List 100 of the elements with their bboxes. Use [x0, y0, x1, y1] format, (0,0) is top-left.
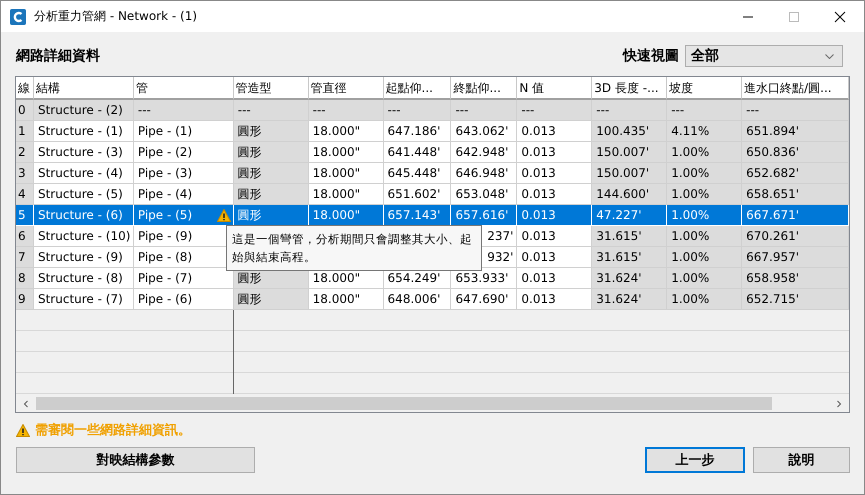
- table-cell: 1.00%: [667, 184, 742, 205]
- table-cell: 667.957': [742, 247, 849, 268]
- table-cell: 652.715': [742, 289, 849, 310]
- row-number: 9: [16, 289, 34, 310]
- table-cell: Structure - (1): [34, 121, 134, 142]
- caret-icon: [825, 54, 834, 58]
- table-cell: 0.013: [517, 205, 592, 226]
- quick-view-label: 快速視圖: [623, 47, 679, 65]
- dialog-button[interactable]: 對映結構參數: [16, 447, 255, 473]
- table-cell: 0.013: [517, 121, 592, 142]
- table-cell: ---: [234, 100, 309, 121]
- table-cell: 18.000": [308, 184, 384, 205]
- table-cell: 31.624': [592, 268, 668, 289]
- table-cell: ---: [517, 100, 592, 121]
- warning-icon: [16, 424, 30, 436]
- table-cell: 1.00%: [667, 247, 742, 268]
- table-cell: 18.000": [308, 289, 384, 310]
- table-cell: 0.013: [517, 142, 592, 163]
- table-cell: 1.00%: [667, 268, 742, 289]
- table-cell: 31.624': [592, 289, 668, 310]
- section-heading: 網路詳細資料: [16, 47, 100, 65]
- table-cell: Structure - (10): [34, 226, 134, 247]
- table-cell: 0.013: [517, 163, 592, 184]
- table-cell: 647.186': [384, 121, 452, 142]
- table-cell: Structure - (4): [34, 163, 134, 184]
- table-cell: ---: [134, 100, 234, 121]
- table-cell: 圓形: [234, 163, 309, 184]
- table-cell: Structure - (9): [34, 247, 134, 268]
- table-cell: 1.00%: [667, 163, 742, 184]
- table-cell: 643.062': [451, 121, 518, 142]
- table-cell: 144.600': [592, 184, 668, 205]
- table-cell: 圓形: [234, 205, 309, 226]
- table-cell: 657.143': [384, 205, 452, 226]
- table-cell: 18.000": [308, 121, 384, 142]
- table-cell: 0.013: [517, 226, 592, 247]
- dialog-button[interactable]: 說明: [753, 447, 850, 473]
- table-cell: 0.013: [517, 268, 592, 289]
- table-cell: 18.000": [308, 163, 384, 184]
- table-cell: 648.006': [384, 289, 452, 310]
- table-cell: 圓形: [234, 184, 309, 205]
- table-cell: Pipe - (4): [134, 184, 234, 205]
- table-cell: 653.933': [451, 268, 518, 289]
- table-cell: 150.007': [592, 163, 668, 184]
- table-cell: 653.048': [451, 184, 518, 205]
- table-cell: Pipe - (3): [134, 163, 234, 184]
- table-cell: 658.958': [742, 268, 849, 289]
- table-cell: 18.000": [308, 142, 384, 163]
- dialog-button[interactable]: 上一步: [645, 447, 745, 473]
- table-cell: 658.651': [742, 184, 849, 205]
- table-cell: Structure - (2): [34, 100, 134, 121]
- scrollbar-thumb[interactable]: [36, 397, 772, 410]
- app-logo-icon: [10, 8, 26, 24]
- close-icon[interactable]: [834, 10, 846, 22]
- row-number: 1: [16, 121, 34, 142]
- table-cell: 圓形: [234, 289, 309, 310]
- table-cell: 圓形: [234, 121, 309, 142]
- table-cell: 4.11%: [667, 121, 742, 142]
- row-number: 2: [16, 142, 34, 163]
- status-message: 需審閱一些網路詳細資訊。: [35, 422, 191, 439]
- table-cell: ---: [742, 100, 849, 121]
- window-title: 分析重力管網 - Network - (1): [34, 8, 198, 25]
- table-cell: 651.602': [384, 184, 452, 205]
- table-cell: Pipe - (1): [134, 121, 234, 142]
- table-cell: 652.682': [742, 163, 849, 184]
- table-cell: 646.948': [451, 163, 518, 184]
- table-cell: Pipe - (7): [134, 268, 234, 289]
- row-number: 0: [16, 100, 34, 121]
- table-cell: Structure - (8): [34, 268, 134, 289]
- table-cell: 1.00%: [667, 205, 742, 226]
- scroll-right-icon[interactable]: [835, 400, 843, 408]
- table-cell: 100.435': [592, 121, 668, 142]
- table-cell: 0.013: [517, 247, 592, 268]
- row-number: 4: [16, 184, 34, 205]
- table-cell: Pipe - (2): [134, 142, 234, 163]
- table-cell: 642.948': [451, 142, 518, 163]
- quick-view-dropdown[interactable]: 全部: [685, 45, 843, 67]
- table-cell: Structure - (3): [34, 142, 134, 163]
- table-cell: 645.448': [384, 163, 452, 184]
- table-cell: ---: [308, 100, 384, 121]
- table-cell: 641.448': [384, 142, 452, 163]
- table-cell: 0.013: [517, 289, 592, 310]
- table-cell: Pipe - (5): [134, 205, 234, 226]
- table-cell: 670.261': [742, 226, 849, 247]
- table-cell: Structure - (7): [34, 289, 134, 310]
- row-number: 7: [16, 247, 34, 268]
- row-number: 3: [16, 163, 34, 184]
- table-cell: 651.894': [742, 121, 849, 142]
- table-cell: 47.227': [592, 205, 668, 226]
- table-cell: Pipe - (6): [134, 289, 234, 310]
- table-cell: Structure - (5): [34, 184, 134, 205]
- table-cell: 31.615': [592, 247, 668, 268]
- table-cell: 0.013: [517, 184, 592, 205]
- row-number: 8: [16, 268, 34, 289]
- table-cell: 647.690': [451, 289, 518, 310]
- table-cell: 667.671': [742, 205, 849, 226]
- row-number: 6: [16, 226, 34, 247]
- table-cell: 150.007': [592, 142, 668, 163]
- table-cell: 650.836': [742, 142, 849, 163]
- table-cell: 31.615': [592, 226, 668, 247]
- scroll-left-icon[interactable]: [22, 400, 30, 408]
